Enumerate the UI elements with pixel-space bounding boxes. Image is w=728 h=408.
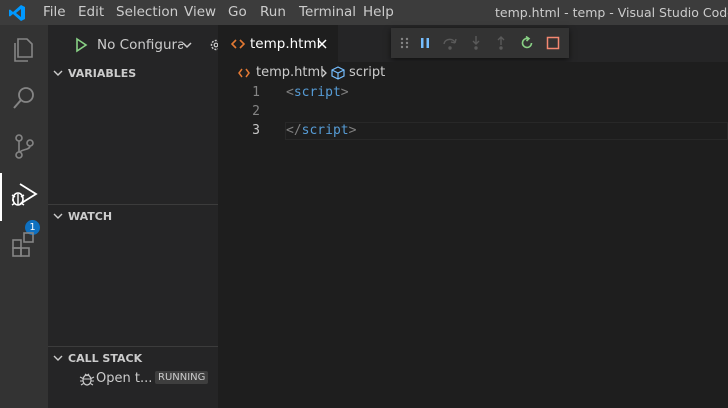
- stop-icon[interactable]: [545, 35, 561, 51]
- chevron-down-icon: [53, 213, 63, 219]
- variables-section-header[interactable]: VARIABLES: [48, 63, 218, 85]
- active-indicator: [0, 173, 2, 221]
- line-number: 1: [252, 85, 260, 100]
- explorer-icon[interactable]: [9, 35, 39, 65]
- chevron-down-icon: [53, 355, 63, 361]
- status-badge: RUNNING: [155, 371, 209, 384]
- watch-section-label: WATCH: [68, 210, 113, 223]
- tag-bracket: >: [348, 123, 357, 138]
- debug-config-bar: No Configurati: [48, 33, 222, 57]
- tab-temp-html[interactable]: temp.html: [218, 25, 338, 62]
- extensions-icon[interactable]: [9, 229, 39, 259]
- menu-go[interactable]: Go: [228, 4, 247, 20]
- callstack-session-label: Open t...: [96, 371, 153, 386]
- menu-view[interactable]: View: [184, 4, 216, 20]
- breadcrumb: temp.html script: [218, 62, 728, 84]
- html-file-icon: [231, 39, 245, 49]
- tag-bracket: </: [286, 123, 302, 138]
- line-number: 2: [252, 104, 260, 119]
- menu-run[interactable]: Run: [260, 4, 286, 20]
- tag-name: script: [301, 123, 349, 138]
- step-into-icon[interactable]: [468, 35, 484, 51]
- debug-toolbar: [391, 28, 569, 58]
- code-line: 1 <script>: [218, 84, 728, 103]
- code-line: 2: [218, 103, 728, 122]
- tab-label: temp.html: [250, 36, 321, 52]
- tag-bracket: >: [340, 85, 349, 100]
- menu-selection[interactable]: Selection: [116, 4, 178, 20]
- window-title: temp.html - temp - Visual Studio Code: [495, 5, 728, 20]
- variables-section-label: VARIABLES: [68, 67, 137, 80]
- vscode-logo-icon: [9, 5, 25, 21]
- symbol-cube-icon: [331, 66, 345, 80]
- pause-icon[interactable]: [417, 35, 433, 51]
- close-icon[interactable]: [316, 38, 328, 50]
- code-line: 3 </script>: [218, 122, 728, 141]
- breadcrumb-file[interactable]: temp.html: [256, 65, 324, 80]
- step-out-icon[interactable]: [493, 35, 509, 51]
- divider: [48, 204, 218, 205]
- chevron-right-icon: [321, 68, 327, 78]
- callstack-session-item[interactable]: Open t... RUNNING: [48, 368, 218, 390]
- watch-section-header[interactable]: WATCH: [48, 206, 218, 228]
- start-debugging-play-icon[interactable]: [73, 37, 89, 53]
- html-file-icon: [238, 68, 250, 78]
- restart-icon[interactable]: [519, 35, 535, 51]
- drag-handle-icon[interactable]: [397, 35, 413, 51]
- callstack-section-label: CALL STACK: [68, 352, 143, 365]
- debug-configuration-select[interactable]: No Configurati: [97, 37, 183, 53]
- line-number: 3: [252, 123, 260, 138]
- bug-icon: [79, 373, 95, 386]
- divider: [48, 346, 218, 347]
- callstack-section-header[interactable]: CALL STACK: [48, 348, 218, 370]
- chevron-down-icon[interactable]: [181, 39, 193, 51]
- menu-help[interactable]: Help: [363, 4, 394, 20]
- search-icon[interactable]: [9, 83, 39, 113]
- menu-file[interactable]: File: [43, 4, 66, 20]
- menu-terminal[interactable]: Terminal: [299, 4, 356, 20]
- tag-name: script: [293, 85, 341, 100]
- run-debug-icon[interactable]: [9, 180, 39, 210]
- tag-bracket: <: [286, 85, 294, 100]
- step-over-icon[interactable]: [442, 35, 458, 51]
- activity-bar: 1: [0, 25, 48, 408]
- code-text: </script>: [286, 123, 356, 138]
- title-bar: File Edit Selection View Go Run Terminal…: [0, 0, 728, 25]
- code-text: <script>: [286, 85, 349, 100]
- debug-sidebar: No Configurati VARIABLES WATCH CALL STAC…: [48, 25, 222, 408]
- code-editor[interactable]: 1 <script> 2 3 </script>: [218, 84, 728, 408]
- source-control-icon[interactable]: [9, 131, 39, 161]
- menu-edit[interactable]: Edit: [78, 4, 104, 20]
- breadcrumb-symbol[interactable]: script: [349, 65, 385, 80]
- chevron-down-icon: [53, 70, 63, 76]
